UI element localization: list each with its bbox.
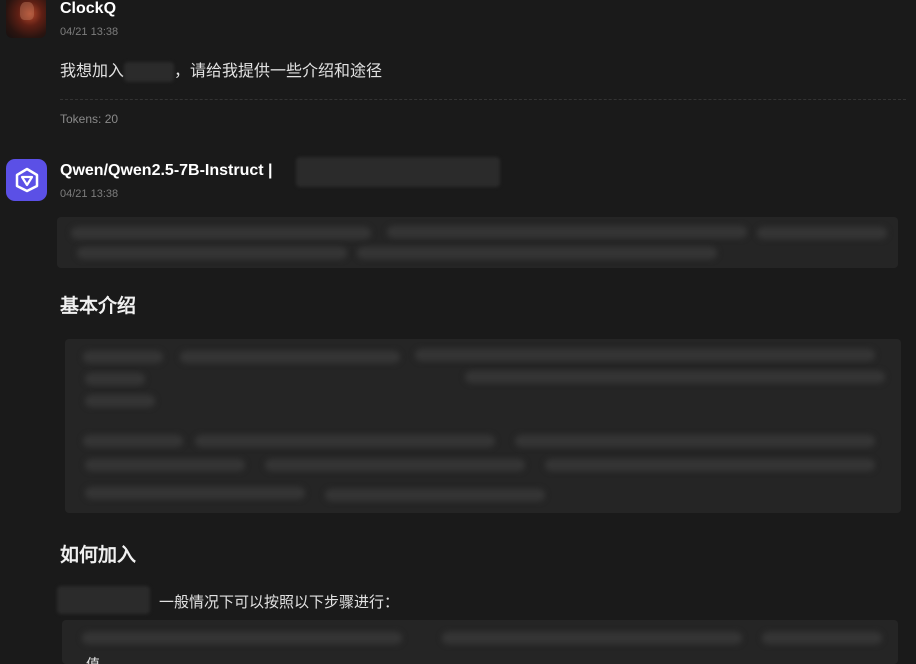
redacted-paragraph [57,217,898,268]
user-message-text[interactable]: 我想加入 ，请给我提供一些介绍和途径 [60,57,382,82]
message-divider [60,99,906,100]
user-message-timestamp: 04/21 13:38 [60,26,119,38]
section-heading-join: 如何加入 [60,544,137,566]
redacted-model-info [296,157,500,187]
chat-view: ClockQ 04/21 13:38 我想加入 ，请给我提供一些介绍和途径 Tok… [0,0,916,664]
user-message-text-after: ，请给我提供一些介绍和途径 [174,61,383,80]
username: ClockQ [60,0,117,17]
redacted-text [57,586,150,614]
user-avatar[interactable] [6,0,46,38]
redacted-list [65,339,901,513]
assistant-message-timestamp: 04/21 13:38 [60,188,119,200]
redacted-steps [62,620,898,664]
join-intro-text: 一般情况下可以按照以下步骤进行： [159,593,400,611]
redacted-text [124,61,175,82]
trailing-text: 值 [86,654,100,664]
model-name: Qwen/Qwen2.5-7B-Instruct | [60,162,273,179]
user-message-text-before: 我想加入 [60,61,125,80]
token-count: Tokens: 20 [60,112,119,126]
qwen-logo-icon[interactable] [6,159,47,201]
section-heading-intro: 基本介绍 [60,295,137,317]
